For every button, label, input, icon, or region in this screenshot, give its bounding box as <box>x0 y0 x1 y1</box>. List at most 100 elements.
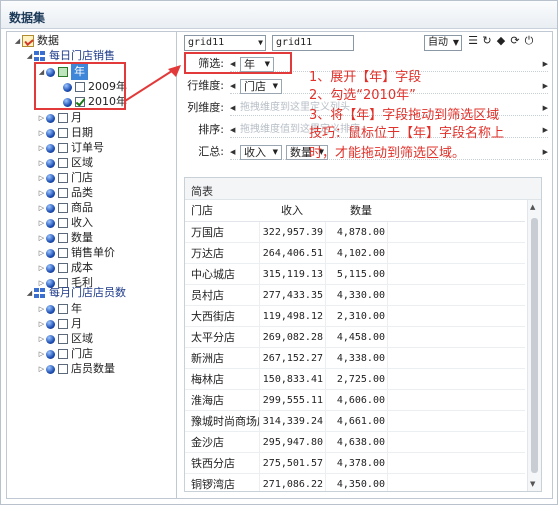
list-icon[interactable]: ☰ <box>467 35 479 47</box>
refresh-icon[interactable]: ↻ <box>481 35 493 47</box>
field-checkbox[interactable] <box>58 248 68 258</box>
table-row[interactable]: 中心城店 315,119.13 5,115.00 <box>185 264 525 285</box>
vertical-scrollbar[interactable]: ▲ ▼ <box>527 200 541 491</box>
power-icon[interactable]: ⏻ <box>523 35 535 47</box>
expand-arrow-icon[interactable]: ▷ <box>37 155 46 171</box>
tree-item[interactable]: ▷ 门店 <box>37 346 93 362</box>
expand-arrow-icon[interactable]: ▷ <box>37 110 46 126</box>
header-quantity[interactable]: 数量 <box>350 200 372 222</box>
scroll-right-icon[interactable]: ▶ <box>543 104 548 112</box>
field-checkbox[interactable] <box>58 113 68 123</box>
table-row[interactable]: 大西街店 119,498.12 2,310.00 <box>185 306 525 327</box>
tree-item[interactable]: ▷ 月 <box>37 110 82 126</box>
field-checkbox[interactable] <box>58 233 68 243</box>
tree-item[interactable]: ▷ 区域 <box>37 155 93 171</box>
table-row[interactable]: 太平分店 269,082.28 4,458.00 <box>185 327 525 348</box>
dataset-combo[interactable]: grid11 ▼ <box>184 35 266 51</box>
cell-quantity: 4,330.00 <box>325 285 385 306</box>
cell-store: 大西街店 <box>191 310 235 323</box>
header-store[interactable]: 门店 <box>191 200 213 222</box>
expand-arrow-icon[interactable]: ▷ <box>37 200 46 216</box>
scroll-right-icon[interactable]: ▶ <box>543 60 548 68</box>
table-row[interactable]: 铁西分店 275,501.57 4,378.00 <box>185 453 525 474</box>
scroll-right-icon[interactable]: ▶ <box>543 82 548 90</box>
table-row[interactable]: 金沙店 295,947.80 4,638.00 <box>185 432 525 453</box>
expand-arrow-icon[interactable]: ◢ <box>13 33 22 49</box>
table-row[interactable]: 员村店 277,433.35 4,330.00 <box>185 285 525 306</box>
field-checkbox[interactable] <box>58 304 68 314</box>
expand-arrow-icon[interactable]: ▷ <box>37 230 46 246</box>
grid-icon <box>34 51 45 61</box>
header-revenue[interactable]: 收入 <box>281 200 303 222</box>
scroll-left-icon[interactable]: ◀ <box>230 126 235 134</box>
tree-group-monthly-staff[interactable]: ◢ 每月门店店员数 <box>25 285 126 301</box>
row-chip-store[interactable]: 门店 ▼ <box>240 79 282 94</box>
field-checkbox[interactable] <box>58 173 68 183</box>
tree-item[interactable]: ▷ 日期 <box>37 125 93 141</box>
data-root-icon <box>22 35 34 47</box>
tree-item[interactable]: ▷ 收入 <box>37 215 93 231</box>
dimension-ball-icon <box>46 203 55 213</box>
tree-item[interactable]: ▷ 年 <box>37 301 82 317</box>
expand-arrow-icon[interactable]: ◢ <box>25 285 34 301</box>
expand-arrow-icon[interactable]: ▷ <box>37 346 46 362</box>
table-row[interactable]: 万国店 322,957.39 4,878.00 <box>185 222 525 243</box>
field-checkbox[interactable] <box>58 203 68 213</box>
field-checkbox[interactable] <box>58 143 68 153</box>
scroll-left-icon[interactable]: ◀ <box>230 148 235 156</box>
expand-arrow-icon[interactable]: ◢ <box>25 48 34 64</box>
expand-arrow-icon[interactable]: ▷ <box>37 185 46 201</box>
expand-arrow-icon[interactable]: ▷ <box>37 331 46 347</box>
reload-icon[interactable]: ⟳ <box>509 35 521 47</box>
table-row[interactable]: 梅林店 150,833.41 2,725.00 <box>185 369 525 390</box>
expand-arrow-icon[interactable]: ▷ <box>37 170 46 186</box>
field-checkbox[interactable] <box>58 128 68 138</box>
field-checkbox[interactable] <box>58 218 68 228</box>
tree-root[interactable]: ◢ 数据 <box>13 33 59 49</box>
scroll-up-icon[interactable]: ▲ <box>530 203 535 211</box>
field-checkbox[interactable] <box>58 263 68 273</box>
grid-name-input[interactable]: grid11 <box>272 35 354 51</box>
field-checkbox[interactable] <box>58 364 68 374</box>
expand-arrow-icon[interactable]: ▷ <box>37 301 46 317</box>
table-row[interactable]: 万达店 264,406.51 4,102.00 <box>185 243 525 264</box>
tree-item[interactable]: ▷ 月 <box>37 316 82 332</box>
tree-item[interactable]: ▷ 区域 <box>37 331 93 347</box>
table-header-row: 门店 收入 数量 <box>185 200 525 222</box>
field-checkbox[interactable] <box>58 334 68 344</box>
table-row[interactable]: 新洲店 267,152.27 4,338.00 <box>185 348 525 369</box>
expand-arrow-icon[interactable]: ▷ <box>37 361 46 377</box>
table-row[interactable]: 淮海店 299,555.11 4,606.00 <box>185 390 525 411</box>
expand-arrow-icon[interactable]: ▷ <box>37 215 46 231</box>
scroll-left-icon[interactable]: ◀ <box>230 104 235 112</box>
tree-item[interactable]: ▷ 数量 <box>37 230 93 246</box>
field-checkbox[interactable] <box>58 349 68 359</box>
expand-arrow-icon[interactable]: ▷ <box>37 260 46 276</box>
table-row[interactable]: 豫城时尚商场店314,339.244,661.00 <box>185 411 525 432</box>
dataset-combo-value: grid11 <box>188 37 225 48</box>
field-checkbox[interactable] <box>58 319 68 329</box>
scroll-down-icon[interactable]: ▼ <box>530 480 535 488</box>
expand-arrow-icon[interactable]: ▷ <box>37 316 46 332</box>
table-row[interactable]: 铜锣湾店 271,086.22 4,350.00 <box>185 474 525 491</box>
field-checkbox[interactable] <box>58 188 68 198</box>
tree-item[interactable]: ▷ 销售单价 <box>37 245 115 261</box>
tree-item[interactable]: ▷ 订单号 <box>37 140 104 156</box>
cell-divider <box>387 390 391 411</box>
tree-item[interactable]: ▷ 成本 <box>37 260 93 276</box>
expand-arrow-icon[interactable]: ▷ <box>37 245 46 261</box>
tree-item[interactable]: ▷ 商品 <box>37 200 93 216</box>
tag-icon[interactable]: ◆ <box>495 35 507 47</box>
expand-arrow-icon[interactable]: ▷ <box>37 125 46 141</box>
expand-arrow-icon[interactable]: ▷ <box>37 140 46 156</box>
tree-item[interactable]: ▷ 品类 <box>37 185 93 201</box>
tree-item[interactable]: ▷ 门店 <box>37 170 93 186</box>
scroll-right-icon[interactable]: ▶ <box>543 126 548 134</box>
scroll-left-icon[interactable]: ◀ <box>230 82 235 90</box>
field-checkbox[interactable] <box>58 158 68 168</box>
agg-chip-revenue[interactable]: 收入 ▼ <box>240 145 282 160</box>
scroll-right-icon[interactable]: ▶ <box>543 148 548 156</box>
scrollbar-thumb[interactable] <box>531 218 538 473</box>
tree-item[interactable]: ▷ 店员数量 <box>37 361 115 377</box>
auto-select[interactable]: 自动 ▼ <box>424 35 462 51</box>
